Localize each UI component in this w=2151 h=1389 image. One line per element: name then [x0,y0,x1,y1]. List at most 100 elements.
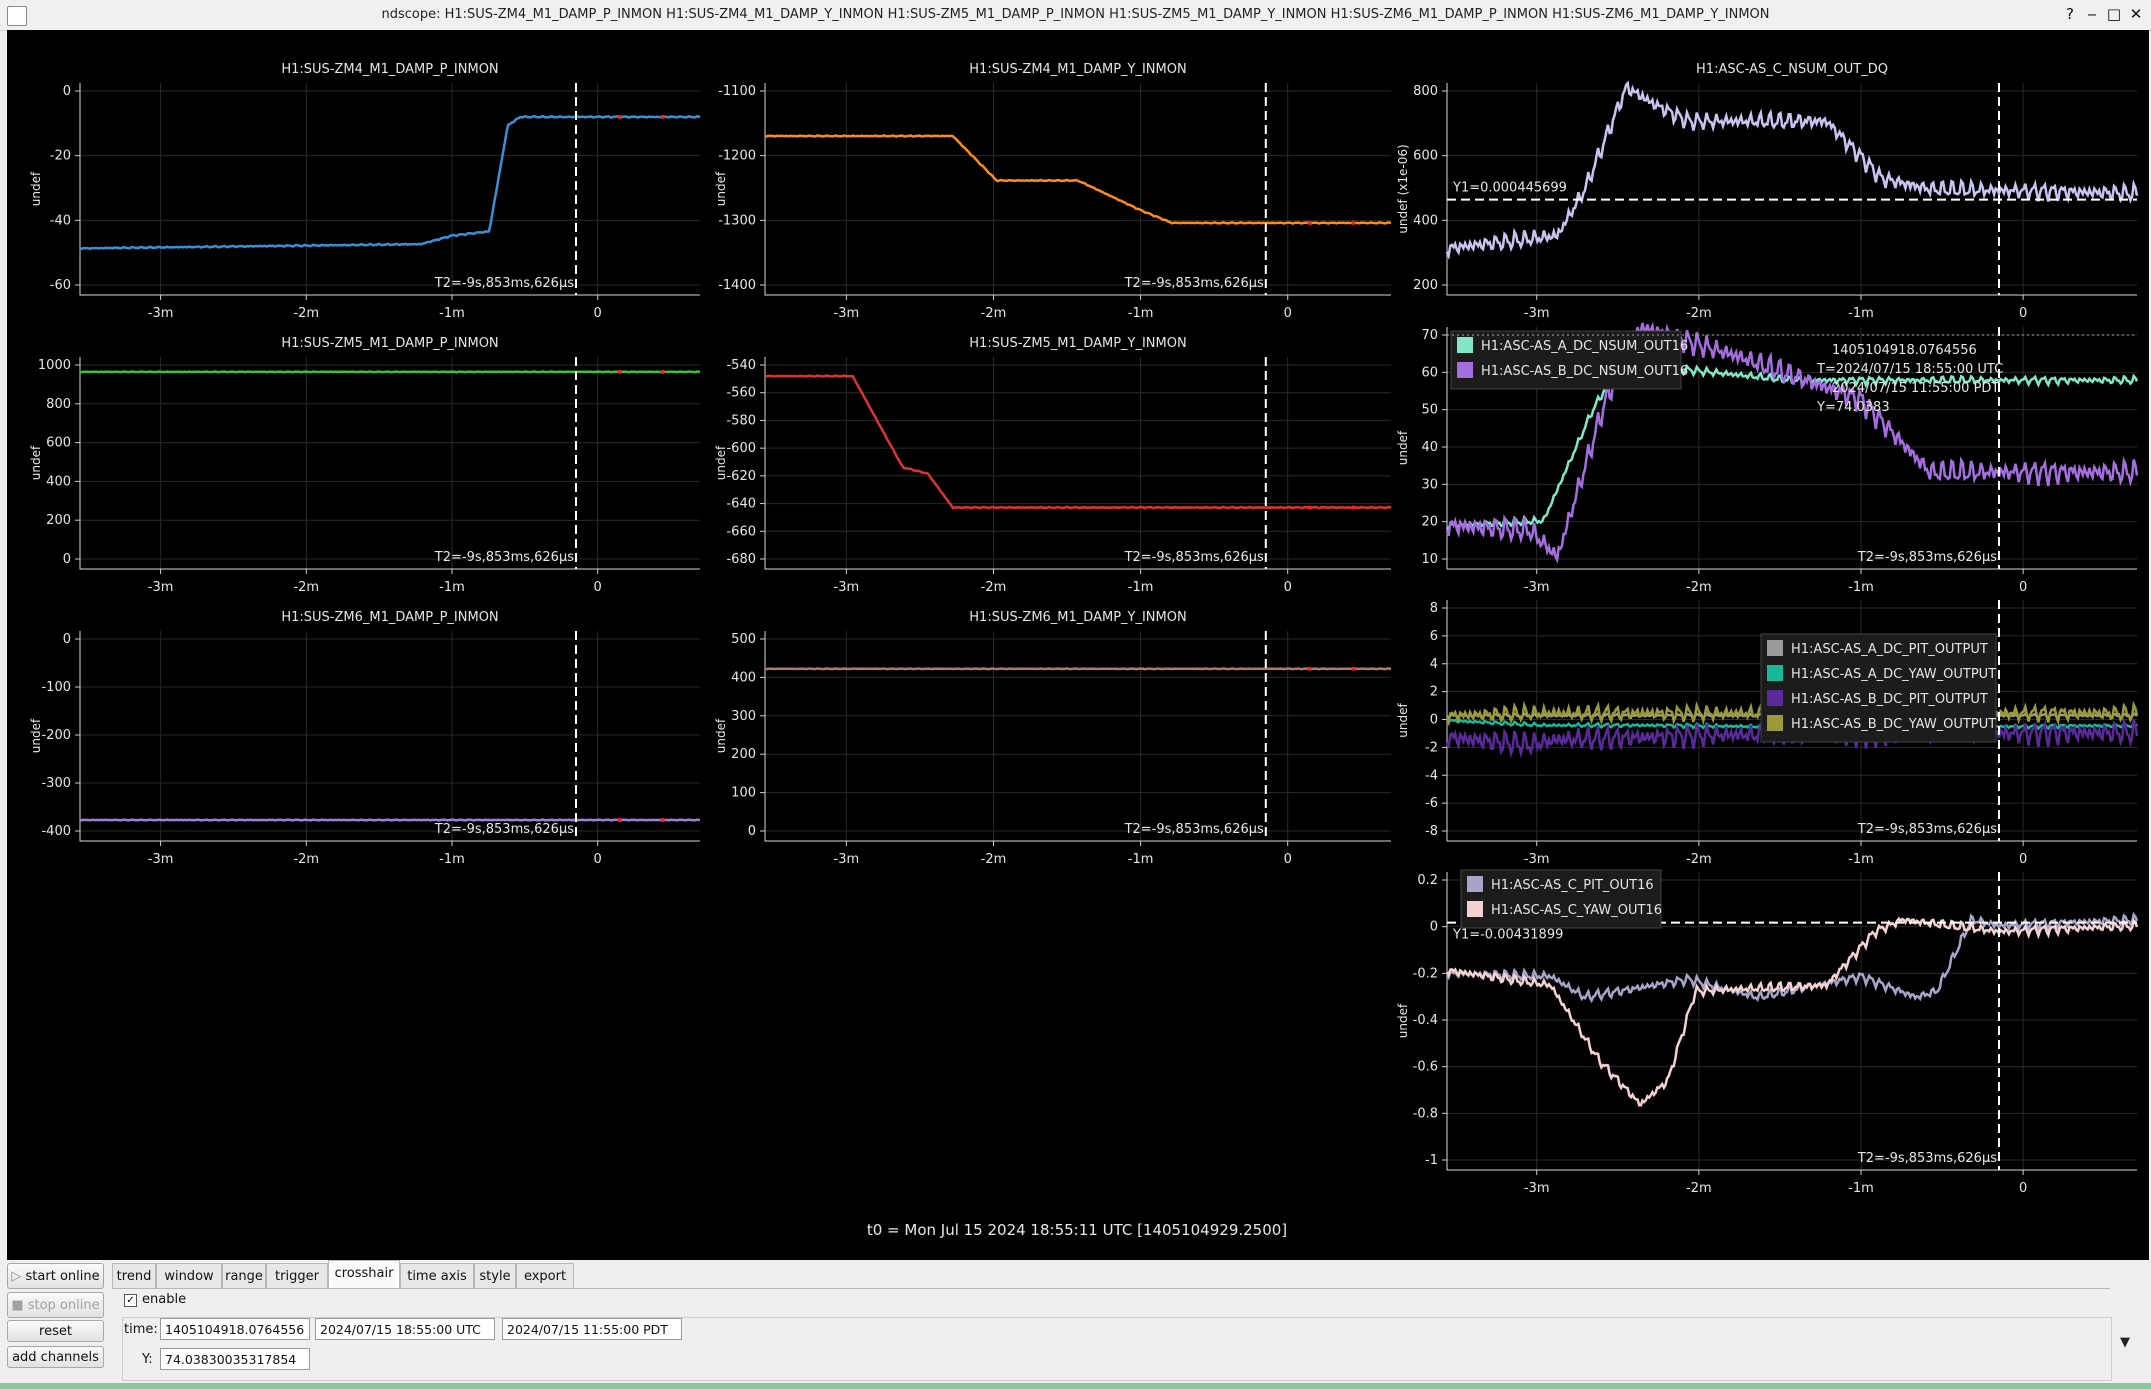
y-tick-label: 800 [46,397,71,412]
help-icon[interactable]: ? [2060,4,2080,24]
marker-dot [660,114,665,119]
plot-cout[interactable]: 0.2 0 -0.2 -0.4 -0.6 -0.8 -1 -3m -2m -1m 0 undef T2=… [1396,869,2139,1196]
y-tick-label: 40 [1421,440,1438,455]
y-tick-label: -0.2 [1413,966,1438,981]
gps-time-field[interactable]: 1405104918.0764556 [160,1318,310,1340]
y-tick-label: 600 [1413,149,1438,164]
tab-window[interactable]: window [156,1263,222,1288]
plot-title: H1:SUS-ZM6_M1_DAMP_P_INMON [281,610,498,625]
y-tick-label: 0 [1430,920,1438,935]
plot-dcout[interactable]: 8 6 4 2 0 -2 -4 -6 -8 -3m -2m -1m 0 undef T2=-9s,853ms… [1396,600,2139,867]
legend-swatch[interactable] [1457,362,1473,378]
trace-zm5_p [79,370,701,374]
marker-dot [1351,220,1356,225]
y-tick-label: -620 [726,469,756,484]
y-tick-label: 20 [1421,515,1438,530]
y-tick-label: 8 [1430,601,1438,616]
legend-swatch[interactable] [1467,876,1483,892]
tab-export[interactable]: export [516,1263,574,1288]
start-online-button[interactable]: ▷ start online [7,1263,104,1289]
y-tick-label: 6 [1430,629,1438,644]
x-tick-label: 0 [2019,306,2027,321]
trace-nsum [1445,80,2139,261]
y-tick-label: -640 [726,497,756,512]
legend-entry: H1:ASC-AS_B_DC_YAW_OUTPUT [1791,717,1996,732]
trace-zm6_p [79,818,701,822]
enable-label: enable [142,1292,187,1307]
stop-online-button[interactable]: ■ stop online [7,1292,104,1318]
y-tick-label: -560 [726,386,756,401]
y-value-field[interactable]: 74.03830035317854 [160,1348,310,1370]
y-tick-label: -1400 [718,278,756,293]
plot-zm5_y[interactable]: H1:SUS-ZM5_M1_DAMP_Y_INMON -540 -560 -580 -6… [714,336,1392,595]
plot-zm4_y[interactable]: H1:SUS-ZM4_M1_DAMP_Y_INMON -1100 -1200 -130… [714,62,1392,321]
plot-zm5_p[interactable]: H1:SUS-ZM5_M1_DAMP_P_INMON 1000 800 600 400 2… [29,336,701,595]
trace-c_yaw [1445,916,2139,1107]
plot-zm4_p[interactable]: H1:SUS-ZM4_M1_DAMP_P_INMON 0 -20 -40 -60 -3m -… [29,62,701,321]
x-tick-label: 0 [1284,852,1292,867]
plot-zm6_y[interactable]: H1:SUS-ZM6_M1_DAMP_Y_INMON 500 400 300 200 10… [714,610,1392,867]
y-tick-label: 200 [46,513,71,528]
add-channels-button[interactable]: add channels [7,1346,104,1368]
legend-swatch[interactable] [1767,690,1783,706]
legend-swatch[interactable] [1767,640,1783,656]
y-tick-label: -40 [50,213,71,228]
plot-canvas[interactable]: H1:SUS-ZM4_M1_DAMP_P_INMON0-20-40-60-3m -… [7,30,2149,1260]
plot-area[interactable]: H1:SUS-ZM4_M1_DAMP_P_INMON 0 -20 -40 -60 -3m -… [7,30,2149,1260]
utc-time-field[interactable]: 2024/07/15 18:55:00 UTC [315,1318,495,1340]
x-tick-label: -1m [1848,1181,1874,1196]
y-tick-label: -540 [726,358,756,373]
y-tick-label: -1300 [718,213,756,228]
legend-entry: H1:ASC-AS_B_DC_NSUM_OUT16 [1481,364,1688,379]
tab-range[interactable]: range [222,1263,266,1288]
x-tick-label: -3m [148,580,174,595]
y-tick-label: -660 [726,524,756,539]
legend-swatch[interactable] [1457,337,1473,353]
tab-trigger[interactable]: trigger [266,1263,328,1288]
tab-crosshair[interactable]: crosshair [328,1260,400,1289]
close-icon[interactable]: ✕ [2126,4,2146,24]
trace-zm4_y [764,134,1392,225]
y-tick-label: 0 [63,552,71,567]
plot-dcnsum[interactable]: 70 60 50 40 30 20 10 -3m -2m -1m 0 undef T2=-9s,853m… [1396,321,2139,595]
plot-nsum[interactable]: H1:ASC-AS_C_NSUM_OUT_DQ 800 600 400 200 -3m -2… [1396,62,2139,321]
y-tick-label: 0 [1430,713,1438,728]
y-tick-label: -1 [1425,1153,1438,1168]
y1-label: Y1=0.000445699 [1452,181,1567,196]
y-tick-label: 50 [1421,403,1438,418]
reset-button[interactable]: reset [7,1320,104,1342]
x-tick-label: -3m [148,306,174,321]
t2-label: T2=-9s,853ms,626μs [1124,822,1264,837]
crosshair-readout: T=2024/07/15 18:55:00 UTC [1816,362,2003,377]
minimize-icon[interactable]: ‒ [2082,4,2102,24]
x-tick-label: 0 [594,852,602,867]
tab-time-axis[interactable]: time axis [400,1263,474,1288]
y-tick-label: 400 [1413,213,1438,228]
t2-label: T2=-9s,853ms,626μs [434,822,574,837]
plot-title: H1:SUS-ZM4_M1_DAMP_Y_INMON [969,62,1186,77]
stop-icon: ■ [11,1298,28,1313]
marker-dot [1307,505,1312,510]
maximize-icon[interactable]: □ [2104,4,2124,24]
x-tick-label: -3m [1524,1181,1550,1196]
crosshair-readout: 1405104918.0764556 [1832,343,1977,358]
plot-title: H1:SUS-ZM5_M1_DAMP_P_INMON [281,336,498,351]
collapse-arrow-icon[interactable]: ▼ [2120,1335,2130,1350]
tab-trend[interactable]: trend [112,1263,156,1288]
legend-swatch[interactable] [1467,901,1483,917]
x-tick-label: 0 [2019,852,2027,867]
y-tick-label: -60 [50,278,71,293]
enable-checkbox[interactable]: ✓ [124,1294,137,1307]
t2-label: T2=-9s,853ms,626μs [1124,276,1264,291]
x-tick-label: 0 [2019,1181,2027,1196]
legend-entry: H1:ASC-AS_A_DC_PIT_OUTPUT [1791,642,1988,657]
crosshair-readout: Y=74.0383 [1816,400,1890,415]
x-tick-label: -2m [981,580,1007,595]
local-time-field[interactable]: 2024/07/15 11:55:00 PDT [502,1318,682,1340]
plot-zm6_p[interactable]: H1:SUS-ZM6_M1_DAMP_P_INMON 0 -100 -200 -300 -… [29,610,701,867]
legend-swatch[interactable] [1767,715,1783,731]
y-tick-label: 800 [1413,84,1438,99]
tab-style[interactable]: style [474,1263,516,1288]
t2-label: T2=-9s,853ms,626μs [1124,550,1264,565]
legend-swatch[interactable] [1767,665,1783,681]
